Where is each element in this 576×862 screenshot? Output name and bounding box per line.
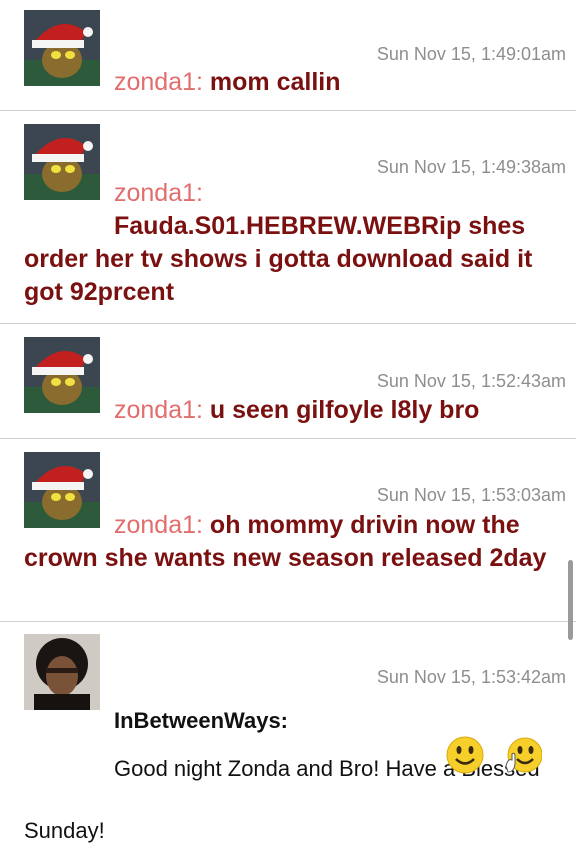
message-text: mom callin [209, 68, 341, 96]
timestamp: Sun Nov 15, 1:49:38am [376, 157, 566, 177]
message-text: Fauda.S01.HEBREW.WEBRip shes order her t… [24, 212, 533, 306]
emoji-row [446, 736, 543, 774]
smiley-icon [446, 736, 484, 774]
username[interactable]: zonda1: [114, 179, 203, 207]
message-body: zonda1: oh mommy drivin now the crown sh… [24, 509, 562, 575]
message-3: Sun Nov 15, 1:52:43am zonda1: u seen gil… [0, 324, 576, 438]
timestamp: Sun Nov 15, 1:53:42am [376, 667, 566, 687]
message-body: InBetweenWays: Good night Zonda and Bro!… [24, 690, 562, 862]
message-4: Sun Nov 15, 1:53:03am zonda1: oh mommy d… [0, 439, 576, 621]
waving-smiley-icon [504, 736, 543, 774]
username[interactable]: zonda1: [114, 68, 203, 96]
username[interactable]: zonda1: [114, 396, 203, 424]
message-text: u seen gilfoyle l8ly bro [209, 396, 480, 424]
message-2: Sun Nov 15, 1:49:38am zonda1: Fauda.S01.… [0, 111, 576, 323]
username[interactable]: zonda1: [114, 511, 203, 539]
username[interactable]: InBetweenWays: [114, 708, 288, 733]
message-body: zonda1: mom callin [24, 66, 562, 99]
timestamp: Sun Nov 15, 1:52:43am [376, 371, 566, 391]
timestamp: Sun Nov 15, 1:53:03am [376, 485, 566, 505]
message-1: Sun Nov 15, 1:49:01am zonda1: mom callin [0, 0, 576, 110]
message-body: zonda1: Fauda.S01.HEBREW.WEBRip shes ord… [24, 177, 562, 309]
timestamp: Sun Nov 15, 1:49:01am [376, 44, 566, 64]
scrollbar[interactable] [568, 560, 573, 640]
message-5: Sun Nov 15, 1:53:42am InBetweenWays: Goo… [0, 622, 576, 843]
message-body: zonda1: u seen gilfoyle l8ly bro [24, 394, 562, 427]
message-text: oh mommy drivin now the crown she wants … [24, 511, 547, 572]
